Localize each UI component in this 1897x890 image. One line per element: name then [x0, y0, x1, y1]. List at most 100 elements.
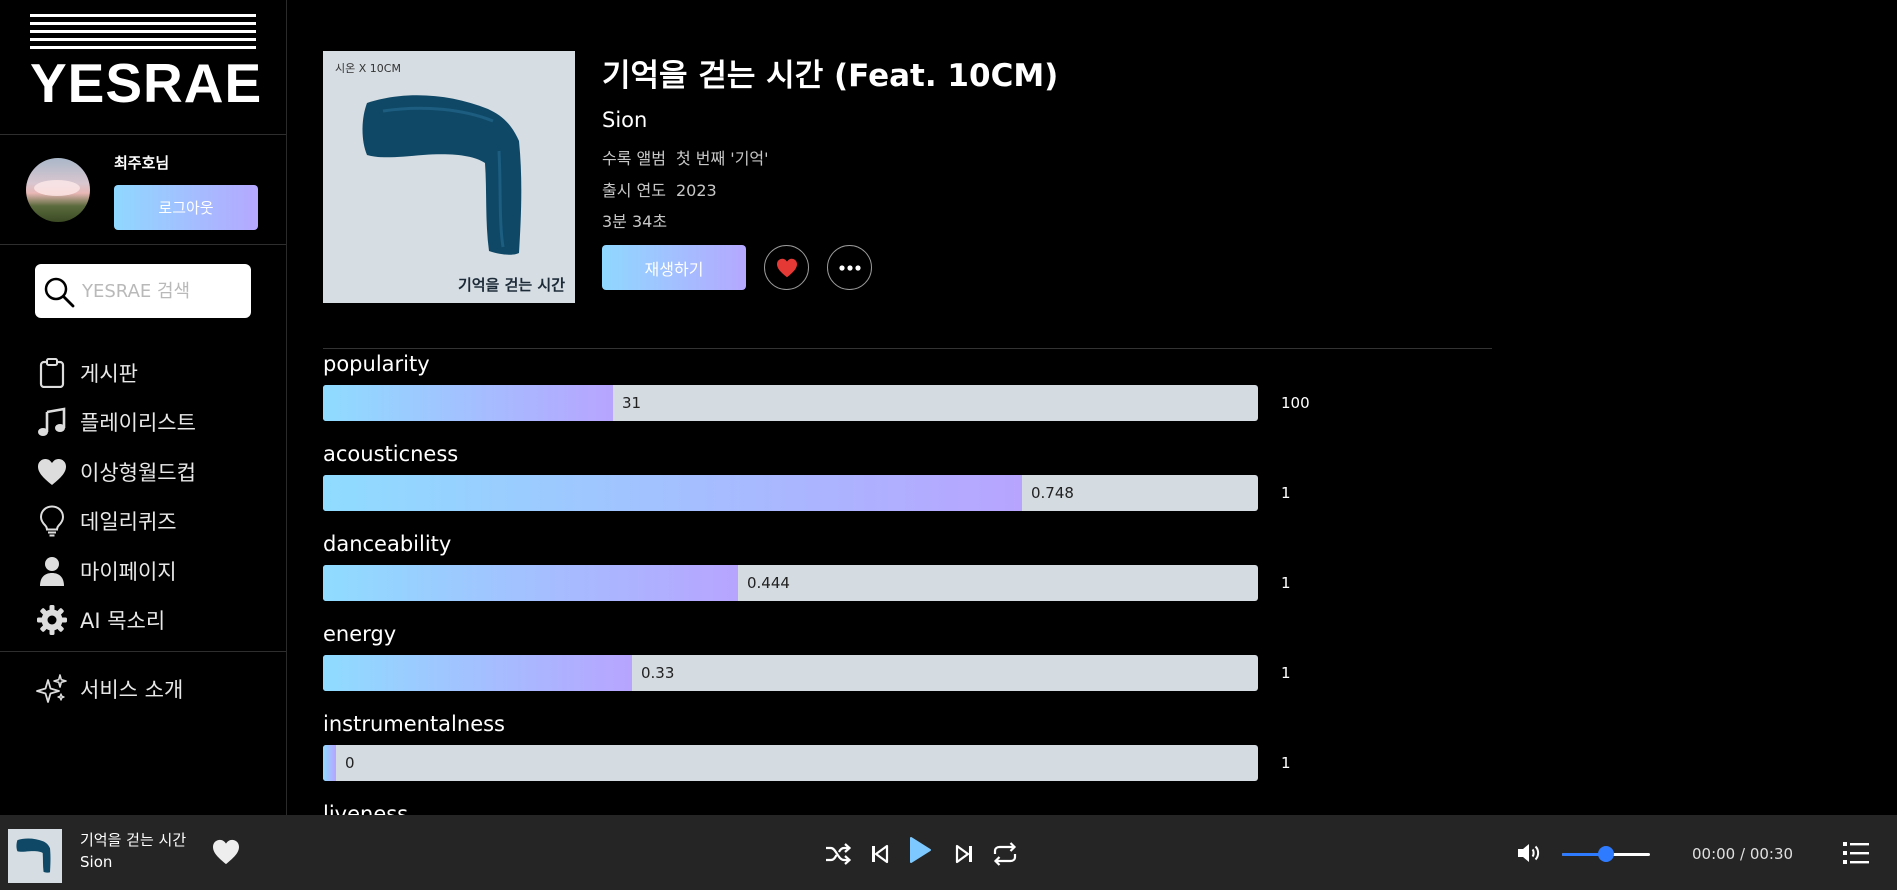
- skip-back-icon: [872, 844, 889, 864]
- album-cover: 시온 X 10CM 기억을 걷는 시간: [323, 51, 575, 303]
- feature-row-popularity: popularity 31 100: [323, 352, 1423, 442]
- player-song-artist: Sion: [80, 853, 113, 871]
- feature-label: instrumentalness: [323, 712, 505, 736]
- album-art-brush-icon: [362, 95, 522, 255]
- shuffle-button[interactable]: [823, 839, 853, 869]
- feature-label: popularity: [323, 352, 430, 376]
- sidebar-item-service-intro[interactable]: 서비스 소개: [36, 664, 276, 714]
- repeat-icon: [993, 842, 1017, 866]
- yesrae-logo[interactable]: YESRAE: [30, 14, 261, 112]
- shuffle-icon: [826, 843, 851, 865]
- sidebar-item-mypage[interactable]: 마이페이지: [36, 546, 276, 596]
- feature-value: 0: [345, 754, 355, 772]
- sidebar-extra: 서비스 소개: [36, 664, 276, 714]
- queue-list-icon[interactable]: [1842, 840, 1870, 866]
- player-album-thumb[interactable]: [8, 829, 62, 883]
- sidebar-item-label: 이상형월드컵: [80, 460, 196, 485]
- feature-bar-track: 0.748: [323, 475, 1258, 511]
- feature-row-energy: energy 0.33 1: [323, 622, 1423, 712]
- sidebar-divider: [0, 244, 286, 245]
- play-button[interactable]: [905, 835, 935, 865]
- like-button[interactable]: [764, 245, 809, 290]
- feature-max: 1: [1281, 754, 1291, 772]
- feature-bar-track: 0.444: [323, 565, 1258, 601]
- search-input[interactable]: [82, 276, 242, 306]
- song-artist[interactable]: Sion: [602, 108, 647, 132]
- gear-icon: [36, 604, 68, 636]
- heart-icon: [36, 456, 68, 488]
- release-year-info: 출시 연도 2023: [602, 177, 717, 201]
- feature-row-acousticness: acousticness 0.748 1: [323, 442, 1423, 532]
- feature-max: 1: [1281, 664, 1291, 682]
- avatar: [26, 158, 90, 222]
- play-song-button[interactable]: 재생하기: [602, 245, 746, 290]
- feature-max: 1: [1281, 574, 1291, 592]
- feature-bar-track: 0: [323, 745, 1258, 781]
- feature-label: liveness: [323, 802, 409, 815]
- feature-bar-fill: [323, 565, 738, 601]
- sidebar-item-worldcup[interactable]: 이상형월드컵: [36, 447, 276, 497]
- album-key: 수록 앨범: [602, 149, 666, 168]
- feature-value: 0.444: [747, 574, 790, 592]
- volume-slider-handle[interactable]: [1598, 846, 1614, 862]
- feature-value: 0.748: [1031, 484, 1074, 502]
- previous-button[interactable]: [865, 839, 895, 869]
- sparkles-icon: [36, 673, 68, 705]
- album-value[interactable]: 첫 번째 '기억': [676, 149, 769, 168]
- year-value: 2023: [675, 181, 717, 200]
- app-root: YESRAE 최주호님 로그아웃 게시판: [0, 0, 1897, 890]
- player-like-heart-icon[interactable]: [212, 839, 240, 865]
- sidebar-item-playlist[interactable]: 플레이리스트: [36, 398, 276, 448]
- feature-bar-fill: [323, 475, 1022, 511]
- feature-label: danceability: [323, 532, 452, 556]
- sidebar-item-board[interactable]: 게시판: [36, 348, 276, 398]
- sidebar-item-daily-quiz[interactable]: 데일리퀴즈: [36, 497, 276, 547]
- sidebar-nav: 게시판 플레이리스트 이상형월드컵 데일리퀴즈 마이페이지 AI 목소리: [36, 348, 276, 645]
- audio-features: popularity 31 100 acousticness 0.748 1 danceab…: [323, 352, 1423, 815]
- song-title: 기억을 걷는 시간 (Feat. 10CM): [602, 58, 1059, 94]
- search-icon: [44, 277, 75, 308]
- feature-row-liveness: liveness: [323, 802, 1423, 815]
- sidebar-item-label: 게시판: [80, 361, 138, 386]
- search-box: [35, 264, 251, 318]
- person-icon: [36, 555, 68, 587]
- sidebar-item-label: 플레이리스트: [80, 411, 196, 436]
- cover-title-text: 기억을 걷는 시간: [457, 276, 565, 294]
- user-name: 최주호님: [114, 154, 170, 172]
- clipboard-icon: [36, 357, 68, 389]
- sidebar-item-ai-voice[interactable]: AI 목소리: [36, 596, 276, 646]
- repeat-button[interactable]: [990, 839, 1020, 869]
- skip-forward-icon: [955, 844, 972, 864]
- feature-bar-fill: [323, 385, 613, 421]
- playback-time: 00:00 / 00:30: [1692, 845, 1794, 863]
- sidebar: YESRAE 최주호님 로그아웃 게시판: [0, 0, 287, 815]
- feature-max: 1: [1281, 484, 1291, 502]
- next-button[interactable]: [949, 839, 979, 869]
- feature-row-danceability: danceability 0.444 1: [323, 532, 1423, 622]
- sidebar-item-label: 데일리퀴즈: [80, 510, 177, 535]
- feature-label: acousticness: [323, 442, 459, 466]
- logo-text: YESRAE: [30, 52, 263, 114]
- more-dots-icon: [838, 264, 861, 271]
- more-options-button[interactable]: [827, 245, 872, 290]
- year-key: 출시 연도: [602, 181, 666, 200]
- user-profile: 최주호님 로그아웃: [26, 152, 266, 232]
- feature-value: 31: [622, 394, 642, 412]
- player-song-title: 기억을 걷는 시간: [80, 831, 187, 849]
- feature-bar-track: 0.33: [323, 655, 1258, 691]
- feature-max: 100: [1281, 394, 1310, 412]
- cover-artist-text: 시온 X 10CM: [335, 62, 401, 75]
- sidebar-item-label: AI 목소리: [80, 609, 166, 634]
- album-info: 수록 앨범 첫 번째 '기억': [602, 145, 769, 169]
- lightbulb-icon: [36, 505, 68, 537]
- feature-row-instrumentalness: instrumentalness 0 1: [323, 712, 1423, 802]
- logout-button[interactable]: 로그아웃: [114, 185, 258, 230]
- feature-value: 0.33: [641, 664, 675, 682]
- volume-icon[interactable]: [1516, 841, 1542, 865]
- volume-slider[interactable]: [1562, 846, 1650, 862]
- heart-icon: [776, 258, 797, 277]
- sidebar-divider: [0, 651, 286, 652]
- sidebar-item-label: 마이페이지: [80, 559, 177, 584]
- feature-bar-fill: [323, 655, 632, 691]
- duration-info: 3분 34초: [602, 212, 668, 231]
